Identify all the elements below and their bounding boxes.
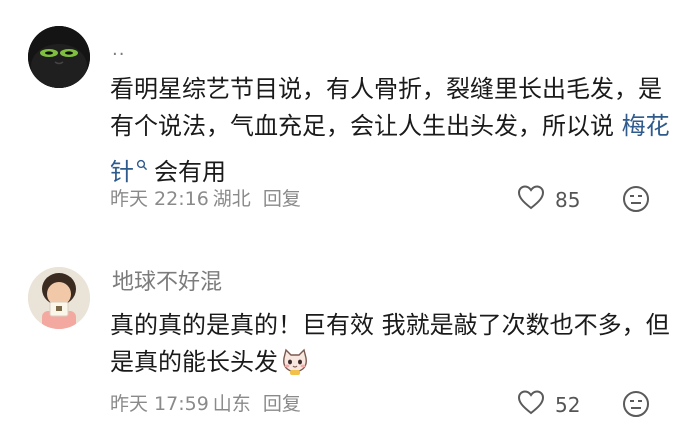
reply-button[interactable]: 回复 — [263, 187, 301, 211]
username[interactable]: 地球不好混 — [112, 269, 222, 297]
reply-button[interactable]: 回复 — [263, 392, 301, 416]
comment-item: .. 看明星综艺节目说，有人骨折，裂缝里长出毛发，是有个说法，气血充足，会让人生… — [0, 0, 690, 235]
comment-time: 昨天 22:16 — [110, 188, 209, 210]
like-button[interactable]: 52 — [517, 389, 580, 420]
cat-emoji-icon — [280, 348, 310, 387]
comment-time: 昨天 17:59 — [110, 393, 209, 415]
comment-text-part: 会有用 — [154, 158, 226, 186]
emoji-face-icon — [622, 391, 650, 422]
username[interactable]: .. — [112, 36, 125, 64]
comment-location: 山东 — [212, 393, 251, 415]
comment-item: 地球不好混 真的真的是真的！巨有效 我就是敲了次数也不多，但是真的能长头发 昨天… — [0, 255, 690, 441]
heart-icon — [517, 389, 545, 420]
emoji-reaction-button[interactable] — [622, 185, 650, 217]
emoji-reaction-button[interactable] — [622, 390, 650, 422]
comment-location: 湖北 — [212, 188, 251, 210]
comment-meta: 昨天 22:16 湖北 回复 — [110, 187, 301, 211]
comment-text-part: 真的真的是真的！巨有效 我就是敲了次数也不多，但是真的能长头发 — [110, 311, 670, 376]
heart-icon — [517, 184, 545, 215]
comment-text: 看明星综艺节目说，有人骨折，裂缝里长出毛发，是有个说法，气血充足，会让人生出头发… — [110, 71, 670, 191]
comment-text-part: 看明星综艺节目说，有人骨折，裂缝里长出毛发，是有个说法，气血充足，会让人生出头发… — [110, 75, 662, 140]
emoji-face-icon — [622, 186, 650, 217]
search-icon — [136, 145, 148, 182]
avatar[interactable] — [28, 26, 90, 88]
like-count: 52 — [555, 392, 581, 417]
avatar[interactable] — [28, 267, 90, 329]
like-count: 85 — [555, 187, 581, 212]
comment-meta: 昨天 17:59 山东 回复 — [110, 392, 301, 416]
like-button[interactable]: 85 — [517, 184, 580, 215]
comment-text: 真的真的是真的！巨有效 我就是敲了次数也不多，但是真的能长头发 — [110, 307, 670, 387]
